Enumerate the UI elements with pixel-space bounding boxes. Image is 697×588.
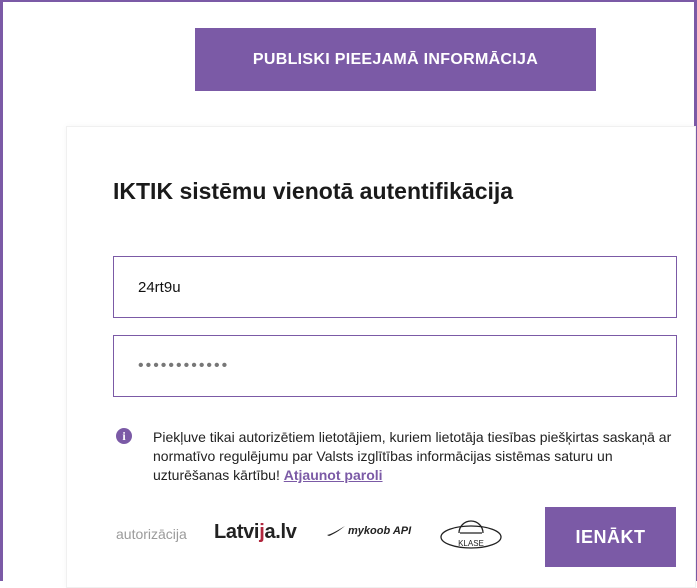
password-input[interactable] [113,335,677,397]
access-notice: Piekļuve tikai autorizētiem lietotājiem,… [153,428,673,485]
page-frame-left [0,0,3,581]
mykoob-swoosh-icon [327,526,345,536]
login-button[interactable]: IENĀKT [545,507,676,567]
page-frame-top [0,0,697,2]
reset-password-link[interactable]: Atjaunot paroli [284,467,383,483]
auth-label: autorizācija [116,526,187,542]
latvija-text-start: Latvi [214,521,260,543]
access-notice-text: Piekļuve tikai autorizētiem lietotājiem,… [153,429,672,483]
public-info-button[interactable]: PUBLISKI PIEEJAMĀ INFORMĀCIJA [195,28,596,91]
page-title: IKTIK sistēmu vienotā autentifikācija [113,178,514,204]
info-icon: i [116,428,132,444]
klase-label: KLASE [458,539,484,548]
klase-login-option[interactable]: KLASE [436,519,506,555]
mykoob-login-option[interactable]: mykoob API [326,525,411,537]
mykoob-label: mykoob API [348,525,412,537]
username-input[interactable] [113,256,677,318]
latvija-lv-login-option[interactable]: Latvija.lv [214,521,297,544]
latvija-text-end: a.lv [264,521,297,543]
